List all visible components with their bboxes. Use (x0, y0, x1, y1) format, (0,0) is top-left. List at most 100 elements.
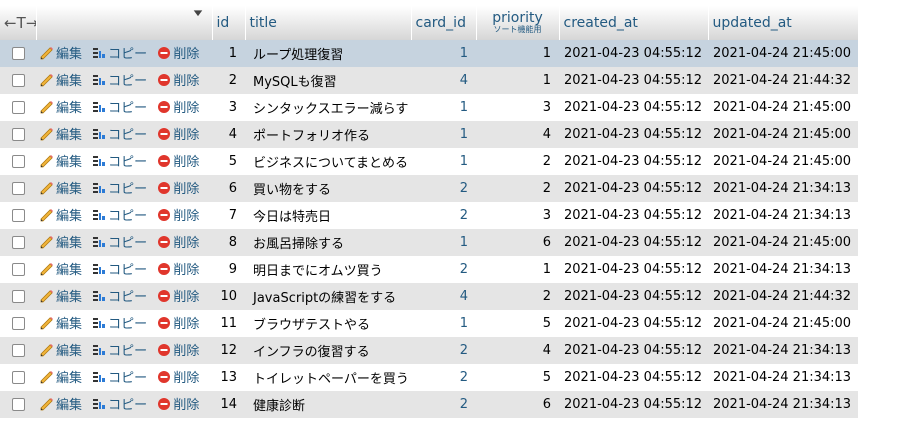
delete-label: 削除 (173, 155, 200, 171)
row-checkbox[interactable] (11, 398, 25, 411)
cell-card-id-link[interactable]: 2 (411, 337, 476, 364)
copy-icon (93, 47, 106, 58)
edit-link[interactable]: 編集 (40, 97, 82, 116)
table-row: 編集 コピー 削除 6 買い物をする 2 2 2021-04-23 04:55:… (0, 175, 858, 202)
row-checkbox[interactable] (11, 263, 25, 276)
row-checkbox[interactable] (11, 74, 25, 87)
cell-created-at: 2021-04-23 04:55:12 (559, 337, 708, 364)
column-nav-arrows[interactable]: ←T→ (0, 6, 37, 40)
table-row: 編集 コピー 削除 1 ループ処理復習 1 1 2021-04-23 04:55… (0, 40, 858, 67)
copy-link[interactable]: コピー (92, 124, 147, 143)
edit-link[interactable]: 編集 (40, 151, 82, 170)
cell-id: 12 (212, 337, 245, 364)
cell-card-id-link[interactable]: 2 (411, 202, 476, 229)
copy-link[interactable]: コピー (92, 340, 147, 359)
edit-link[interactable]: 編集 (40, 43, 82, 62)
edit-link[interactable]: 編集 (40, 394, 82, 413)
cell-priority: 6 (476, 391, 559, 418)
column-header-card-id[interactable]: card_id (411, 6, 477, 40)
row-checkbox[interactable] (11, 182, 25, 195)
cell-created-at: 2021-04-23 04:55:12 (559, 94, 708, 121)
edit-label: 編集 (56, 74, 83, 90)
cell-card-id-link[interactable]: 2 (411, 175, 476, 202)
column-header-title[interactable]: title (245, 6, 412, 40)
row-checkbox[interactable] (11, 371, 25, 384)
cell-card-id-link[interactable]: 1 (411, 94, 476, 121)
edit-label: 編集 (56, 128, 83, 144)
edit-link[interactable]: 編集 (40, 178, 82, 197)
copy-icon (93, 317, 106, 328)
edit-link[interactable]: 編集 (40, 205, 82, 224)
row-checkbox[interactable] (11, 317, 25, 330)
column-header-id[interactable]: id (212, 6, 246, 40)
edit-link[interactable]: 編集 (40, 340, 82, 359)
pencil-icon (40, 397, 53, 411)
delete-link[interactable]: 削除 (157, 205, 199, 224)
pencil-icon (40, 316, 53, 330)
delete-link[interactable]: 削除 (157, 286, 199, 305)
pencil-icon (40, 370, 53, 384)
copy-link[interactable]: コピー (92, 97, 147, 116)
row-checkbox[interactable] (11, 236, 25, 249)
delete-label: 削除 (173, 317, 200, 333)
edit-link[interactable]: 編集 (40, 259, 82, 278)
copy-link[interactable]: コピー (92, 70, 147, 89)
cell-card-id-link[interactable]: 1 (411, 310, 476, 337)
cell-card-id-link[interactable]: 1 (411, 229, 476, 256)
delete-link[interactable]: 削除 (157, 340, 199, 359)
copy-link[interactable]: コピー (92, 286, 147, 305)
cell-card-id-link[interactable]: 4 (411, 67, 476, 94)
copy-link[interactable]: コピー (92, 205, 147, 224)
cell-card-id-link[interactable]: 1 (411, 40, 476, 67)
edit-label: 編集 (56, 182, 83, 198)
delete-link[interactable]: 削除 (157, 151, 199, 170)
edit-link[interactable]: 編集 (40, 124, 82, 143)
delete-link[interactable]: 削除 (157, 97, 199, 116)
copy-link[interactable]: コピー (92, 259, 147, 278)
copy-link[interactable]: コピー (92, 232, 147, 251)
delete-link[interactable]: 削除 (157, 70, 199, 89)
cell-updated-at: 2021-04-24 21:34:13 (708, 337, 858, 364)
delete-link[interactable]: 削除 (157, 394, 199, 413)
row-checkbox[interactable] (11, 209, 25, 222)
row-checkbox[interactable] (11, 344, 25, 357)
edit-link[interactable]: 編集 (40, 313, 82, 332)
copy-link[interactable]: コピー (92, 313, 147, 332)
delete-link[interactable]: 削除 (157, 232, 199, 251)
copy-link[interactable]: コピー (92, 394, 147, 413)
row-checkbox[interactable] (11, 128, 25, 141)
edit-link[interactable]: 編集 (40, 70, 82, 89)
delete-link[interactable]: 削除 (157, 43, 199, 62)
actions-header (36, 6, 213, 40)
copy-link[interactable]: コピー (92, 367, 147, 386)
row-select-cell (0, 283, 36, 310)
copy-icon (93, 263, 106, 274)
cell-card-id-link[interactable]: 2 (411, 391, 476, 418)
copy-link[interactable]: コピー (92, 178, 147, 197)
cell-card-id-link[interactable]: 4 (411, 283, 476, 310)
cell-title: ブラウザテストやる (245, 310, 411, 337)
delete-link[interactable]: 削除 (157, 178, 199, 197)
column-header-priority[interactable]: priority ソート機能用 (476, 6, 560, 40)
row-checkbox[interactable] (11, 47, 25, 60)
delete-link[interactable]: 削除 (157, 313, 199, 332)
row-checkbox[interactable] (11, 290, 25, 303)
copy-link[interactable]: コピー (92, 151, 147, 170)
delete-link[interactable]: 削除 (157, 367, 199, 386)
column-header-updated-at[interactable]: updated_at (708, 6, 859, 40)
edit-link[interactable]: 編集 (40, 367, 82, 386)
sort-triangle-icon[interactable] (192, 9, 204, 19)
row-checkbox[interactable] (11, 155, 25, 168)
edit-link[interactable]: 編集 (40, 232, 82, 251)
column-header-created-at[interactable]: created_at (559, 6, 709, 40)
edit-link[interactable]: 編集 (40, 286, 82, 305)
copy-link[interactable]: コピー (92, 43, 147, 62)
cell-card-id-link[interactable]: 2 (411, 364, 476, 391)
row-checkbox[interactable] (11, 101, 25, 114)
cell-card-id-link[interactable]: 2 (411, 256, 476, 283)
delete-link[interactable]: 削除 (157, 259, 199, 278)
cell-card-id-link[interactable]: 1 (411, 121, 476, 148)
cell-card-id-link[interactable]: 1 (411, 148, 476, 175)
delete-link[interactable]: 削除 (157, 124, 199, 143)
table-row: 編集 コピー 削除 11 ブラウザテストやる 1 5 2021-04-23 04… (0, 310, 858, 337)
